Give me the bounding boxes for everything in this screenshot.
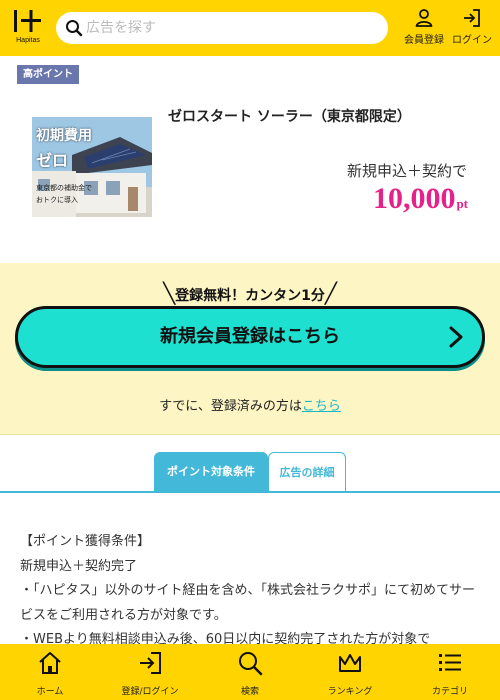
list-icon (439, 654, 461, 671)
nav-category[interactable]: カテゴリ (400, 650, 500, 698)
ad-points: 10,000pt (373, 182, 468, 216)
search-input[interactable] (86, 12, 376, 44)
ad-image[interactable]: 初期費用 ゼロ 東京都の補助金で おトクに導入 (32, 117, 152, 217)
nav-login-label: 登録/ログイン (121, 687, 179, 697)
image-caption-3: 東京都の補助金で (36, 184, 92, 192)
page: Hapitas 会員登録 ログイン 高ポイント (0, 0, 500, 700)
already-registered-text: すでに、登録済みの方は (159, 399, 302, 414)
nav-home[interactable]: ホーム (0, 650, 100, 698)
tab-point-conditions[interactable]: ポイント対象条件 (154, 452, 268, 492)
search-box[interactable] (56, 12, 388, 44)
nav-category-label: カテゴリ (431, 687, 468, 697)
login-icon (140, 652, 161, 674)
chevron-right-icon (449, 326, 463, 348)
new-member-register-button[interactable]: 新規会員登録はこちら (15, 306, 485, 368)
nav-home-label: ホーム (36, 687, 64, 697)
nav-ranking[interactable]: ランキング (300, 650, 400, 698)
image-caption-1: 初期費用 (36, 128, 92, 144)
points-unit: pt (456, 196, 468, 211)
nav-ranking-label: ランキング (327, 687, 373, 697)
image-caption-4: おトクに導入 (36, 196, 78, 204)
already-registered-link[interactable]: こちら (302, 399, 341, 414)
register-button[interactable]: 会員登録 (400, 8, 448, 48)
register-label: 会員登録 (404, 35, 444, 46)
conditions-line-1: 新規申込＋契約完了 (20, 558, 138, 574)
top-header: Hapitas 会員登録 ログイン (0, 0, 500, 56)
free-registration-note: ╲登録無料！カンタン1分╱ (163, 281, 337, 305)
search-icon (239, 652, 263, 676)
ad-condition: 新規申込＋契約で (346, 162, 467, 180)
already-registered-note: すでに、登録済みの方はこちら (0, 395, 500, 414)
conditions-line-2: ・「ハピタス」以外のサイト経由を含め、「株式会社ラクサポ」にて初めてサービスをご… (20, 583, 476, 623)
nav-login[interactable]: 登録/ログイン (100, 650, 200, 698)
crown-icon (339, 654, 361, 672)
register-button-label: 新規会員登録はこちら (160, 326, 340, 347)
logo-text: Hapitas (16, 37, 40, 44)
search-icon (66, 20, 83, 37)
tab-ad-details[interactable]: 広告の詳細 (268, 452, 346, 492)
ad-title[interactable]: ゼロスタート ソーラー（東京都限定） (168, 106, 488, 126)
nav-search[interactable]: 検索 (200, 650, 300, 698)
home-icon (39, 652, 61, 674)
login-label: ログイン (452, 35, 492, 46)
register-band: ╲登録無料！カンタン1分╱ 新規会員登録はこちら すでに、登録済みの方はこちら (0, 263, 500, 435)
free-registration-text: 登録無料！カンタン1分 (175, 288, 325, 304)
high-point-badge: 高ポイント (17, 65, 79, 84)
logo-mark-icon (14, 10, 41, 32)
tabs-underline (0, 491, 500, 493)
image-caption-2: ゼロ (36, 151, 69, 170)
user-icon (415, 9, 433, 27)
nav-search-label: 検索 (240, 687, 259, 697)
login-icon (464, 9, 480, 27)
conditions-heading: 【ポイント獲得条件】 (20, 534, 151, 549)
bottom-navigation: ホーム 登録/ログイン 検索 ランキング カテゴリ (0, 644, 500, 700)
login-button[interactable]: ログイン (448, 8, 496, 48)
points-value: 10,000 (372, 182, 456, 215)
conditions-content: 【ポイント獲得条件】 新規申込＋契約完了 ・「ハピタス」以外のサイト経由を含め、… (20, 530, 482, 653)
hapitas-logo[interactable]: Hapitas (10, 8, 46, 48)
